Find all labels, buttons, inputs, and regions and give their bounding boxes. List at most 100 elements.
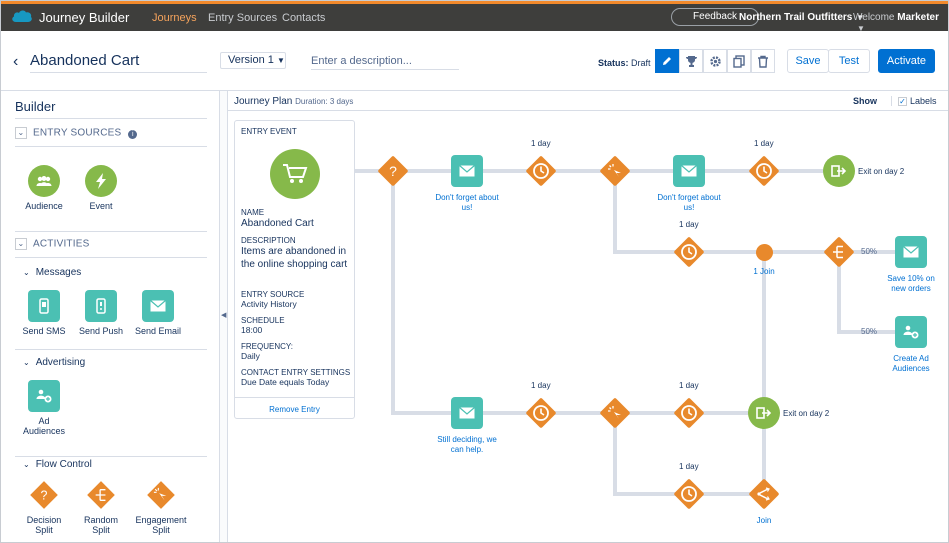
engagement-split-node-1[interactable] [597,153,633,189]
envelope-icon [459,165,475,177]
goal-button[interactable] [679,49,703,73]
divider [15,257,207,258]
nav-contacts[interactable]: Contacts [282,12,325,24]
email-node-2[interactable] [673,155,705,187]
flow-control-group[interactable]: ⌄ Flow Control [23,459,92,470]
activate-button[interactable]: Activate [878,49,935,73]
org-name: Northern Trail Outfitters [739,12,853,23]
engage-icon [600,156,630,186]
wait-duration-label: 1 day [754,139,774,148]
clock-icon [674,237,704,267]
entry-event-card[interactable]: ENTRY EVENT NAME Abandoned Cart DESCRIPT… [234,120,355,419]
wait-node-5[interactable] [671,395,707,431]
email-node-1[interactable] [451,155,483,187]
tool-audience[interactable]: Audience [14,165,74,211]
status-value: Draft [631,58,651,68]
labels-toggle[interactable]: ✓ Labels [891,96,937,107]
copy-button[interactable] [727,49,751,73]
tool-label: Engagement Split [135,515,187,535]
checkbox-checked-icon[interactable]: ✓ [898,97,907,107]
split-percent-label: 50% [861,327,878,336]
plan-duration: Duration: 3 days [295,97,354,106]
gear-icon [709,55,721,67]
divider [15,146,207,147]
source-label: ENTRY SOURCE [241,290,305,299]
trophy-icon [685,55,697,67]
journey-title[interactable]: Abandoned Cart [30,52,207,73]
messages-title: Messages [35,267,82,278]
exit-icon [756,407,772,419]
random-split-icon [85,479,117,511]
user-name: Marketer [897,12,939,23]
wait-node-6[interactable] [671,476,707,512]
engage-icon [600,398,630,428]
status: Status: Draft [598,58,651,68]
settings-label: CONTACT ENTRY SETTINGS [241,368,351,377]
wait-node-3[interactable] [671,234,707,270]
tool-random-split[interactable]: Random Split [71,479,131,535]
tool-send-push[interactable]: Send Push [71,290,131,336]
activities-section[interactable]: ⌄ ACTIVITIES [15,238,207,250]
entry-source: Activity History [241,299,297,309]
journey-builder-app: Journey Builder Journeys Entry Sources C… [0,0,949,543]
back-arrow-icon[interactable]: ‹ [13,53,18,71]
join-node[interactable] [746,476,782,512]
remove-entry-link[interactable]: Remove Entry [235,397,354,419]
delete-button[interactable] [751,49,775,73]
nav-journeys[interactable]: Journeys [152,12,197,24]
clock-icon [674,398,704,428]
chevron-down-icon: ⌄ [23,268,30,277]
email-label: Still deciding, we can help. [437,435,497,454]
tool-event[interactable]: Event [71,165,131,211]
clock-icon [674,479,704,509]
wait-node-4[interactable] [523,395,559,431]
entry-sources-section[interactable]: ⌄ ENTRY SOURCES i [15,127,207,139]
builder-panel: Builder ⌄ ENTRY SOURCES i Audience Event … [1,91,220,542]
entry-name: Abandoned Cart [241,218,314,229]
wait-node-1[interactable] [523,153,559,189]
tool-decision-split[interactable]: ? Decision Split [14,479,74,535]
welcome-text: Welcome [853,12,895,23]
settings-button[interactable] [703,49,727,73]
tool-send-email[interactable]: Send Email [128,290,188,336]
top-bar: Journey Builder Journeys Entry Sources C… [1,1,948,33]
exit-node-2[interactable] [748,397,780,429]
engagement-split-icon [145,479,177,511]
save-button[interactable]: Save [787,49,829,73]
divider [15,349,207,350]
offer-email-node[interactable] [895,236,927,268]
envelope-icon [459,407,475,419]
tool-engagement-split[interactable]: Engagement Split [128,479,194,535]
version-select[interactable]: Version 1 ▼ [220,52,286,69]
messages-group[interactable]: ⌄ Messages [23,267,81,278]
random-split-node[interactable] [821,234,857,270]
chevron-down-icon: ⌄ [23,358,30,367]
builder-title: Builder [15,99,56,114]
salesforce-cloud-icon[interactable] [11,8,33,27]
advertising-group[interactable]: ⌄ Advertising [23,357,85,368]
email-node-3[interactable] [451,397,483,429]
exit-node-1[interactable] [823,155,855,187]
journey-plan-header: Journey Plan Duration: 3 days Show ✓ Labe… [228,91,948,111]
wait-duration-label: 1 day [531,381,551,390]
ad-audience-node[interactable] [895,316,927,348]
wait-node-2[interactable] [746,153,782,189]
org-switcher[interactable]: Northern Trail Outfitters ▼ [739,12,864,23]
test-button[interactable]: Test [828,49,870,73]
ad-audience-label: Create Ad Audiences [892,354,930,373]
split-percent-label: 50% [861,247,878,256]
tool-ad-audiences[interactable]: Ad Audiences [14,380,74,436]
edit-button[interactable] [655,49,679,73]
engagement-split-node-2[interactable] [597,395,633,431]
decision-split-node[interactable]: ? [375,153,411,189]
tool-send-sms[interactable]: Send SMS [14,290,74,336]
join-dot[interactable] [756,244,773,261]
entry-schedule: 18:00 [241,325,263,335]
description-input[interactable] [311,52,459,70]
journey-header: ‹ Abandoned Cart Version 1 ▼ Status: Dra… [1,31,948,91]
info-icon[interactable]: i [128,129,138,139]
exit-label: Exit on day 2 [858,167,905,176]
panel-collapse-handle[interactable]: ◀ [220,91,228,542]
copy-icon [733,54,745,68]
nav-entry-sources[interactable]: Entry Sources [208,12,277,24]
